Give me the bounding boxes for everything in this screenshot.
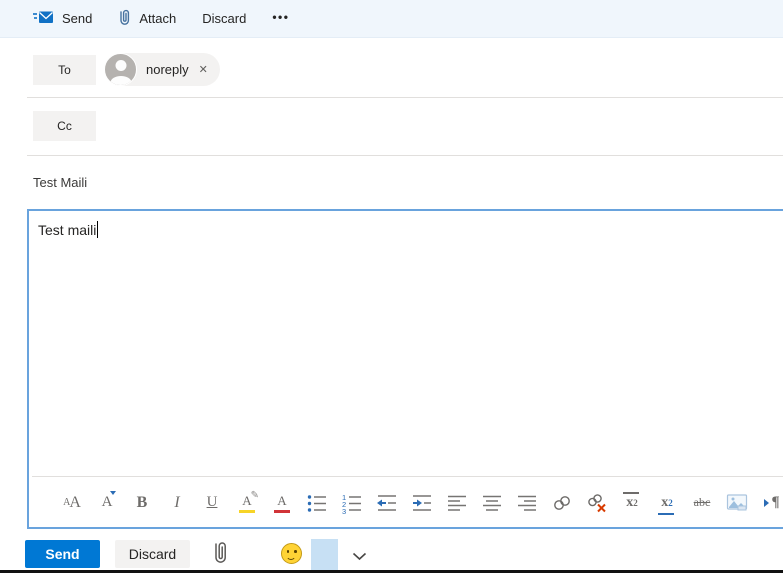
more-options-button[interactable]: ••• [272, 10, 289, 28]
attach-label: Attach [139, 11, 177, 26]
avatar [104, 53, 137, 86]
cc-row: Cc [33, 111, 96, 141]
unlink-icon[interactable] [586, 490, 608, 516]
selected-option-box[interactable] [311, 539, 338, 570]
font-color-icon[interactable]: A [271, 490, 293, 516]
decrease-indent-icon[interactable] [376, 490, 398, 516]
ltr-paragraph-icon[interactable]: ¶ [761, 490, 783, 516]
formatting-toolbar: AA A B I U A ✎ A 1 2 3 x 2 x 2 abc ¶ [29, 478, 783, 527]
remove-recipient-icon[interactable]: ✕ [199, 63, 208, 76]
attach-button[interactable]: Attach [118, 8, 176, 29]
grow-font-icon[interactable]: A [96, 490, 118, 516]
text-cursor [97, 221, 99, 238]
superscript-icon[interactable]: x2 [621, 490, 643, 516]
chevron-down-icon[interactable] [352, 548, 367, 566]
align-center-icon[interactable] [481, 490, 503, 516]
bold-icon[interactable]: B [131, 490, 153, 516]
compose-window: Send Attach Discard ••• To noreply ✕ Cc … [0, 0, 783, 574]
discard-button-top[interactable]: Discard [202, 11, 246, 26]
numbered-list-icon[interactable]: 1 2 3 [341, 490, 363, 516]
svg-text:3: 3 [342, 507, 346, 514]
attach-file-icon[interactable] [212, 540, 228, 571]
subject-input[interactable]: Test Maili [33, 175, 773, 190]
align-left-icon[interactable] [446, 490, 468, 516]
body-text[interactable]: Test maili [38, 221, 99, 238]
window-bottom-edge [0, 570, 783, 573]
cc-button[interactable]: Cc [33, 111, 96, 141]
divider [32, 476, 783, 477]
highlight-icon[interactable]: A ✎ [236, 490, 259, 516]
to-row: To noreply ✕ [33, 53, 220, 86]
insert-image-icon[interactable] [726, 490, 748, 516]
emoji-icon[interactable] [281, 543, 302, 564]
subscript-icon[interactable]: x2 [656, 490, 678, 516]
divider [27, 155, 783, 156]
divider [27, 97, 783, 98]
increase-indent-icon[interactable] [411, 490, 433, 516]
strikethrough-icon[interactable]: abc [691, 490, 713, 516]
more-options-icon: ••• [272, 9, 290, 24]
bottom-action-bar: Send Discard [0, 539, 783, 571]
paperclip-icon [118, 8, 131, 29]
send-button[interactable]: Send [25, 540, 100, 568]
discard-label: Discard [202, 11, 247, 26]
top-toolbar: Send Attach Discard ••• [0, 0, 783, 38]
send-label: Send [62, 11, 93, 26]
font-size-icon[interactable]: AA [61, 490, 83, 516]
to-button[interactable]: To [33, 54, 96, 85]
italic-icon[interactable]: I [166, 490, 188, 516]
message-body-editor[interactable]: Test maili AA A B I U A ✎ A 1 2 3 x 2 x … [27, 209, 783, 529]
discard-button[interactable]: Discard [115, 540, 190, 568]
send-mail-icon [33, 10, 54, 28]
send-button-top[interactable]: Send [33, 10, 92, 28]
recipient-chip[interactable]: noreply ✕ [104, 53, 220, 86]
link-icon[interactable] [551, 490, 573, 516]
recipient-name: noreply [146, 62, 189, 77]
bullet-list-icon[interactable] [306, 490, 328, 516]
align-right-icon[interactable] [516, 490, 538, 516]
underline-icon[interactable]: U [201, 490, 223, 516]
